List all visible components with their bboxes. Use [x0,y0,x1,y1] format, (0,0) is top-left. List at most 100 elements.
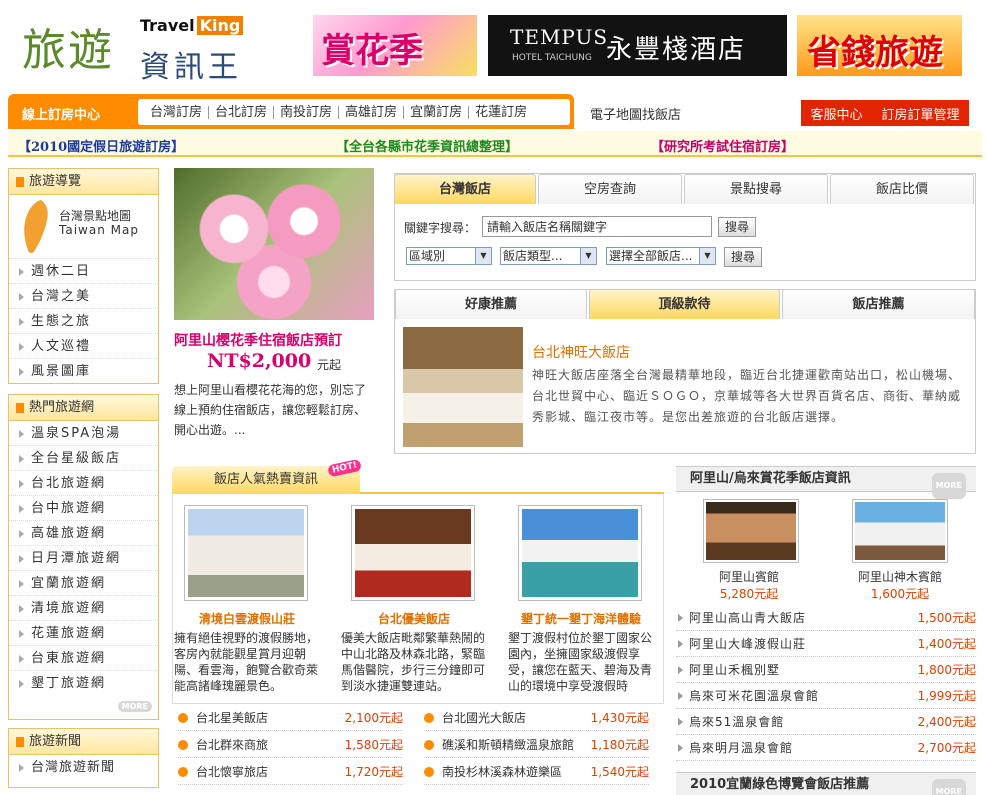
hot-card-name[interactable]: 墾丁統一墾丁海洋體驗 [505,610,657,627]
hot-site-spa[interactable]: 溫泉SPA泡湯 [9,421,158,446]
hot-sites-more-button[interactable]: MORE [117,701,152,712]
orange-bullet-icon [424,767,434,777]
taiwan-map-link[interactable]: 台灣景點地圖 Taiwan Map [9,195,158,259]
hot-list-item[interactable]: 礁溪和斯頓精緻溫泉旅館 1,180元起 [424,732,649,758]
logo-chinese: 旅遊 [22,25,114,76]
filter-search-button[interactable]: 搜尋 [724,247,763,267]
promo-link-exam[interactable]: 【研究所考試住宿訂房】 [651,136,794,155]
orange-bullet-icon [178,740,188,750]
hot-card-name[interactable]: 台北優美飯店 [338,610,490,627]
guide-weekend[interactable]: 週休二日 [9,259,158,284]
tab-premium[interactable]: 頂級款待 [589,289,780,319]
order-management-button[interactable]: 訂房訂單管理 [881,104,959,123]
hot-sales-header: 飯店人氣熱賣資訊 HOT! [172,458,664,494]
nav-link-taipei[interactable]: 台北訂房 [209,105,275,119]
tab-attractions[interactable]: 景點搜尋 [684,174,828,204]
hot-site-taichung[interactable]: 台中旅遊網 [9,496,158,521]
right-list-item[interactable]: 烏來51溫泉會館 2,400元起 [676,709,976,735]
orange-bullet-icon [178,767,188,777]
tab-price-compare[interactable]: 飯店比價 [830,174,974,204]
nav-link-hualien[interactable]: 花蓮訂房 [469,106,533,119]
hot-site-kaohsiung[interactable]: 高雄旅遊網 [9,521,158,546]
right-list-item[interactable]: 阿里山大峰渡假山莊 1,400元起 [676,631,976,657]
hot-site-taitung[interactable]: 台東旅遊網 [9,646,158,671]
all-hotels-select[interactable]: 選擇全部飯店... [606,247,716,265]
promo-price: NT$2,000 [207,350,312,372]
hot-site-kenting[interactable]: 墾丁旅遊網 [9,671,158,696]
news-taiwan[interactable]: 台灣旅遊新聞 [9,755,158,780]
keyword-input[interactable] [482,216,712,237]
nav-link-taiwan[interactable]: 台灣訂房 [144,105,210,119]
tempus-hotel-banner[interactable]: TEMPUS HOTEL TAICHUNG 永豐棧酒店 [488,15,787,76]
logo-english: Travel King [140,16,244,35]
right-panel-title: 阿里山/烏來賞花季飯店資訊 MORE [676,466,976,499]
hot-card-desc: 墾丁渡假村位於墾丁國家公園內，坐擁國家級渡假享受，讓您在藍天、碧海及青山的環境中… [508,631,653,693]
area-select[interactable]: 區域別 [406,247,492,265]
promo-link-holiday[interactable]: 【2010國定假日旅遊訂房】 [18,136,184,155]
promo-link-flower[interactable]: 【全台各縣市花季資訊總整理】 [336,136,518,155]
hot-site-taipei[interactable]: 台北旅遊網 [9,471,158,496]
featured-hotel-name[interactable]: 阿里山賓館 [683,568,815,585]
featured-hotel-price: 1,600元起 [870,587,930,601]
hot-list-item[interactable]: 台北星美飯店 2,100元起 [178,705,403,731]
guide-eco[interactable]: 生態之旅 [9,309,158,334]
tab-vacancy[interactable]: 空房查詢 [538,174,682,204]
sidebar-guide: 旅遊導覽 台灣景點地圖 Taiwan Map 週休二日 台灣之美 生態之旅 人文… [8,168,159,384]
hot-site-hualien[interactable]: 花蓮旅遊網 [9,621,158,646]
hot-list-item[interactable]: 台北群來商旅 1,580元起 [178,732,403,758]
hot-list-item[interactable]: 南投杉林溪森林遊樂區 1,540元起 [424,759,649,785]
hot-card-name[interactable]: 清境白雲渡假山莊 [171,610,323,627]
right-list-item[interactable]: 阿里山禾楓別墅 1,800元起 [676,657,976,683]
flower-season-banner[interactable]: 賞花季 [313,15,477,76]
orange-bullet-icon [178,713,188,723]
right-list-item[interactable]: 烏來可米花園溫泉會館 1,999元起 [676,683,976,709]
save-money-travel-banner[interactable]: 省錢旅遊 [797,15,962,76]
sidebar-hot-sites: 熱門旅遊網 溫泉SPA泡湯 全台星級飯店 台北旅遊網 台中旅遊網 高雄旅遊網 日… [8,394,159,720]
hot-list-item[interactable]: 台北國光大飯店 1,430元起 [424,705,649,731]
hot-card-image-kenting[interactable] [518,505,642,601]
recommend-hotel-desc: 神旺大飯店座落全台灣最精華地段，臨近台北捷運歡南站出口，松山機場、台北世貿中心、… [532,368,962,424]
tab-hotel-recommend[interactable]: 飯店推薦 [782,289,975,319]
hot-site-sunmoonlake[interactable]: 日月潭旅遊網 [9,546,158,571]
cherry-blossom-image[interactable] [174,168,374,320]
tab-taiwan-hotels[interactable]: 台灣飯店 [394,174,536,204]
hotel-type-select[interactable]: 飯店類型... [500,247,597,265]
guide-culture[interactable]: 人文巡禮 [9,334,158,359]
hot-card-image-taipei-youmei[interactable] [351,505,475,601]
hot-site-star-hotels[interactable]: 全台星級飯店 [9,446,158,471]
customer-service-button[interactable]: 客服中心 [810,104,862,123]
featured-hotel-name[interactable]: 阿里山神木賓館 [834,568,966,585]
promo-title[interactable]: 阿里山櫻花季住宿飯店預訂 [174,330,342,350]
site-logo[interactable]: 旅遊 Travel King 資訊王 [22,10,244,85]
right-list-item[interactable]: 烏來明月溫泉會館 2,700元起 [676,735,976,761]
guide-gallery[interactable]: 風景圖庫 [9,359,158,384]
taiwan-map-en: Taiwan Map [59,223,139,237]
nav-link-kaohsiung[interactable]: 高雄訂房 [339,105,405,119]
tab-good-deals[interactable]: 好康推薦 [395,289,587,319]
yilan-more-button[interactable]: MORE [931,779,966,795]
featured-hotel-image-alishan[interactable] [703,499,799,563]
recommend-hotel-name[interactable]: 台北神旺大飯店 [532,342,630,362]
taiwan-map-cn: 台灣景點地圖 [59,209,132,223]
map-search-link[interactable]: 電子地圖找飯店 [590,104,681,123]
featured-hotel-price: 5,280元起 [719,587,779,601]
guide-beauty[interactable]: 台灣之美 [9,284,158,309]
service-buttons: 客服中心 訂房訂單管理 [801,100,969,126]
keyword-search-button[interactable]: 搜尋 [718,217,757,237]
hot-card-desc: 優美大飯店毗鄰繁華熱鬧的中山北路及林森北路，緊臨馬偕醫院，步行三分鐘即可到淡水捷… [341,631,486,693]
nav-link-nantou[interactable]: 南投訂房 [274,105,340,119]
hot-card-image-qingjing[interactable] [184,505,308,601]
featured-hotel-image-shenmu[interactable] [852,499,948,563]
hot-site-qingjing[interactable]: 清境旅遊網 [9,596,158,621]
recommend-hotel-image[interactable] [403,327,523,447]
hot-site-yilan[interactable]: 宜蘭旅遊網 [9,571,158,596]
nav-label: 線上訂房中心 [22,108,101,123]
nav-link-yilan[interactable]: 宜蘭訂房 [404,105,470,119]
hot-list-item[interactable]: 台北懷寧旅店 1,720元起 [178,759,403,785]
sidebar-news-title: 旅遊新聞 [9,729,158,755]
recommend-tabs: 好康推薦 頂級款待 飯店推薦 [395,289,975,319]
sidebar-guide-title: 旅遊導覽 [9,169,158,195]
right-list-item[interactable]: 阿里山高山青大飯店 1,500元起 [676,605,976,631]
yilan-expo-title: 2010宜蘭綠色博覽會飯店推薦 MORE [676,772,976,795]
right-more-button[interactable]: MORE [931,473,966,499]
